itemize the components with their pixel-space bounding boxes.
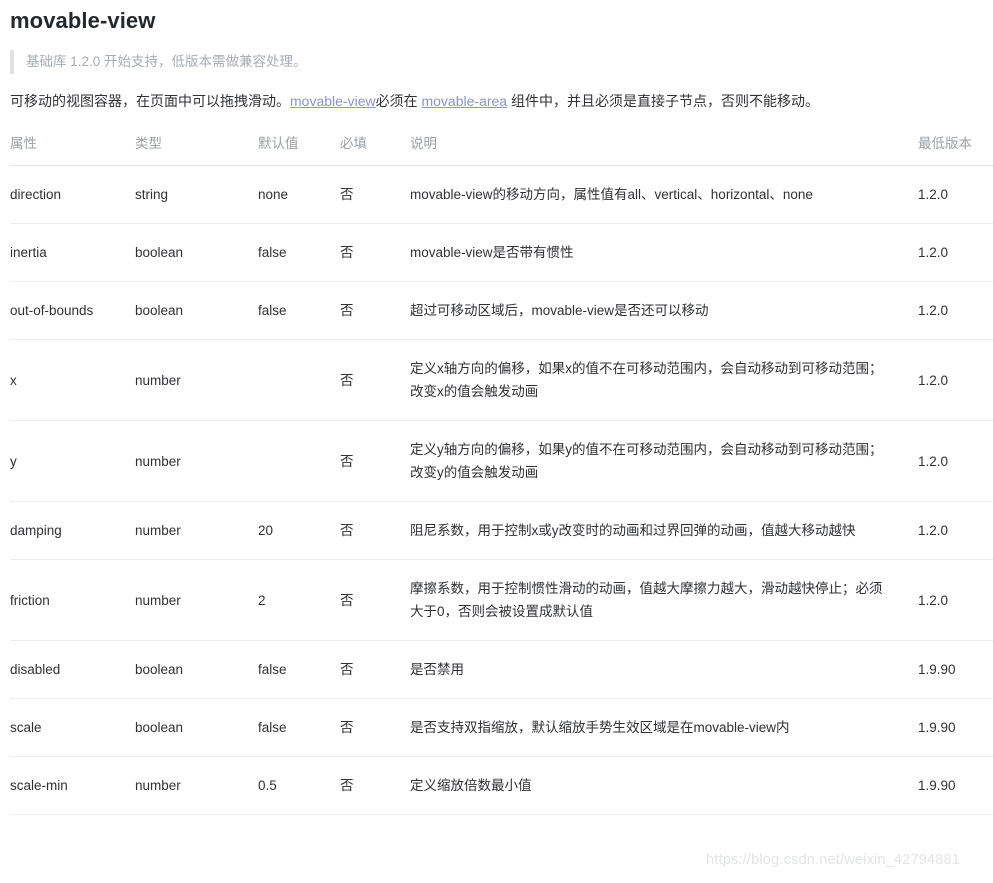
cell-attribute: disabled — [10, 641, 135, 699]
cell-type: number — [135, 421, 258, 502]
cell-attribute: direction — [10, 166, 135, 224]
cell-attribute: scale — [10, 699, 135, 757]
page-title: movable-view — [10, 0, 983, 36]
cell-type: number — [135, 757, 258, 815]
cell-version: 1.2.0 — [918, 421, 993, 502]
column-header-default: 默认值 — [258, 132, 340, 166]
cell-type: number — [135, 340, 258, 421]
column-header-attribute: 属性 — [10, 132, 135, 166]
watermark: https://blog.csdn.net/weixin_42794881 — [706, 852, 960, 868]
intro-text-part3: 组件中，并且必须是直接子节点，否则不能移动。 — [507, 93, 819, 109]
cell-attribute: damping — [10, 502, 135, 560]
table-row: scale boolean false 否 是否支持双指缩放，默认缩放手势生效区… — [10, 699, 993, 757]
cell-description: movable-view的移动方向，属性值有all、vertical、horiz… — [410, 166, 918, 224]
column-header-version: 最低版本 — [918, 132, 993, 166]
cell-type: number — [135, 560, 258, 641]
cell-type: boolean — [135, 641, 258, 699]
intro-text-part2: 必须在 — [376, 93, 422, 109]
column-header-description: 说明 — [410, 132, 918, 166]
table-row: y number 否 定义y轴方向的偏移，如果y的值不在可移动范围内，会自动移动… — [10, 421, 993, 502]
cell-description: 超过可移动区域后，movable-view是否还可以移动 — [410, 282, 918, 340]
cell-description: 阻尼系数，用于控制x或y改变时的动画和过界回弹的动画，值越大移动越快 — [410, 502, 918, 560]
cell-type: boolean — [135, 699, 258, 757]
cell-required: 否 — [340, 224, 410, 282]
table-row: inertia boolean false 否 movable-view是否带有… — [10, 224, 993, 282]
cell-required: 否 — [340, 502, 410, 560]
compat-note-text: 基础库 1.2.0 开始支持，低版本需做兼容处理。 — [26, 54, 307, 69]
intro-paragraph: 可移动的视图容器，在页面中可以拖拽滑动。movable-view必须在 mova… — [10, 90, 983, 112]
table-row: direction string none 否 movable-view的移动方… — [10, 166, 993, 224]
column-header-required: 必填 — [340, 132, 410, 166]
table-row: x number 否 定义x轴方向的偏移，如果x的值不在可移动范围内，会自动移动… — [10, 340, 993, 421]
documentation-page: movable-view 基础库 1.2.0 开始支持，低版本需做兼容处理。 可… — [0, 0, 993, 815]
cell-attribute: out-of-bounds — [10, 282, 135, 340]
cell-version: 1.9.90 — [918, 641, 993, 699]
cell-version: 1.2.0 — [918, 224, 993, 282]
column-header-type: 类型 — [135, 132, 258, 166]
table-row: friction number 2 否 摩擦系数，用于控制惯性滑动的动画，值越大… — [10, 560, 993, 641]
cell-version: 1.2.0 — [918, 340, 993, 421]
cell-version: 1.2.0 — [918, 166, 993, 224]
cell-required: 否 — [340, 757, 410, 815]
intro-text-part1: 可移动的视图容器，在页面中可以拖拽滑动。 — [10, 93, 290, 109]
table-row: out-of-bounds boolean false 否 超过可移动区域后，m… — [10, 282, 993, 340]
attributes-table: 属性 类型 默认值 必填 说明 最低版本 direction string no… — [10, 132, 993, 815]
cell-attribute: scale-min — [10, 757, 135, 815]
cell-default: 2 — [258, 560, 340, 641]
cell-default — [258, 421, 340, 502]
cell-default: 20 — [258, 502, 340, 560]
cell-required: 否 — [340, 560, 410, 641]
cell-default — [258, 340, 340, 421]
cell-required: 否 — [340, 641, 410, 699]
cell-default: false — [258, 282, 340, 340]
cell-description: movable-view是否带有惯性 — [410, 224, 918, 282]
table-header-row: 属性 类型 默认值 必填 说明 最低版本 — [10, 132, 993, 166]
cell-version: 1.9.90 — [918, 757, 993, 815]
cell-required: 否 — [340, 699, 410, 757]
cell-default: false — [258, 699, 340, 757]
table-body: direction string none 否 movable-view的移动方… — [10, 166, 993, 815]
cell-required: 否 — [340, 282, 410, 340]
cell-version: 1.2.0 — [918, 502, 993, 560]
cell-default: 0.5 — [258, 757, 340, 815]
cell-attribute: friction — [10, 560, 135, 641]
table-row: scale-min number 0.5 否 定义缩放倍数最小值 1.9.90 — [10, 757, 993, 815]
movable-area-link[interactable]: movable-area — [421, 93, 507, 109]
cell-version: 1.9.90 — [918, 699, 993, 757]
cell-default: none — [258, 166, 340, 224]
cell-required: 否 — [340, 166, 410, 224]
cell-description: 是否支持双指缩放，默认缩放手势生效区域是在movable-view内 — [410, 699, 918, 757]
cell-required: 否 — [340, 340, 410, 421]
movable-view-link[interactable]: movable-view — [290, 93, 376, 109]
cell-description: 定义x轴方向的偏移，如果x的值不在可移动范围内，会自动移动到可移动范围；改变x的… — [410, 340, 918, 421]
cell-type: boolean — [135, 282, 258, 340]
cell-version: 1.2.0 — [918, 560, 993, 641]
cell-attribute: y — [10, 421, 135, 502]
cell-description: 摩擦系数，用于控制惯性滑动的动画，值越大摩擦力越大，滑动越快停止；必须大于0，否… — [410, 560, 918, 641]
cell-required: 否 — [340, 421, 410, 502]
table-row: damping number 20 否 阻尼系数，用于控制x或y改变时的动画和过… — [10, 502, 993, 560]
cell-description: 是否禁用 — [410, 641, 918, 699]
cell-default: false — [258, 641, 340, 699]
cell-attribute: inertia — [10, 224, 135, 282]
cell-description: 定义y轴方向的偏移，如果y的值不在可移动范围内，会自动移动到可移动范围；改变y的… — [410, 421, 918, 502]
cell-type: boolean — [135, 224, 258, 282]
cell-attribute: x — [10, 340, 135, 421]
cell-type: number — [135, 502, 258, 560]
cell-type: string — [135, 166, 258, 224]
compat-note: 基础库 1.2.0 开始支持，低版本需做兼容处理。 — [10, 50, 983, 74]
cell-default: false — [258, 224, 340, 282]
cell-version: 1.2.0 — [918, 282, 993, 340]
table-row: disabled boolean false 否 是否禁用 1.9.90 — [10, 641, 993, 699]
table-head: 属性 类型 默认值 必填 说明 最低版本 — [10, 132, 993, 166]
cell-description: 定义缩放倍数最小值 — [410, 757, 918, 815]
